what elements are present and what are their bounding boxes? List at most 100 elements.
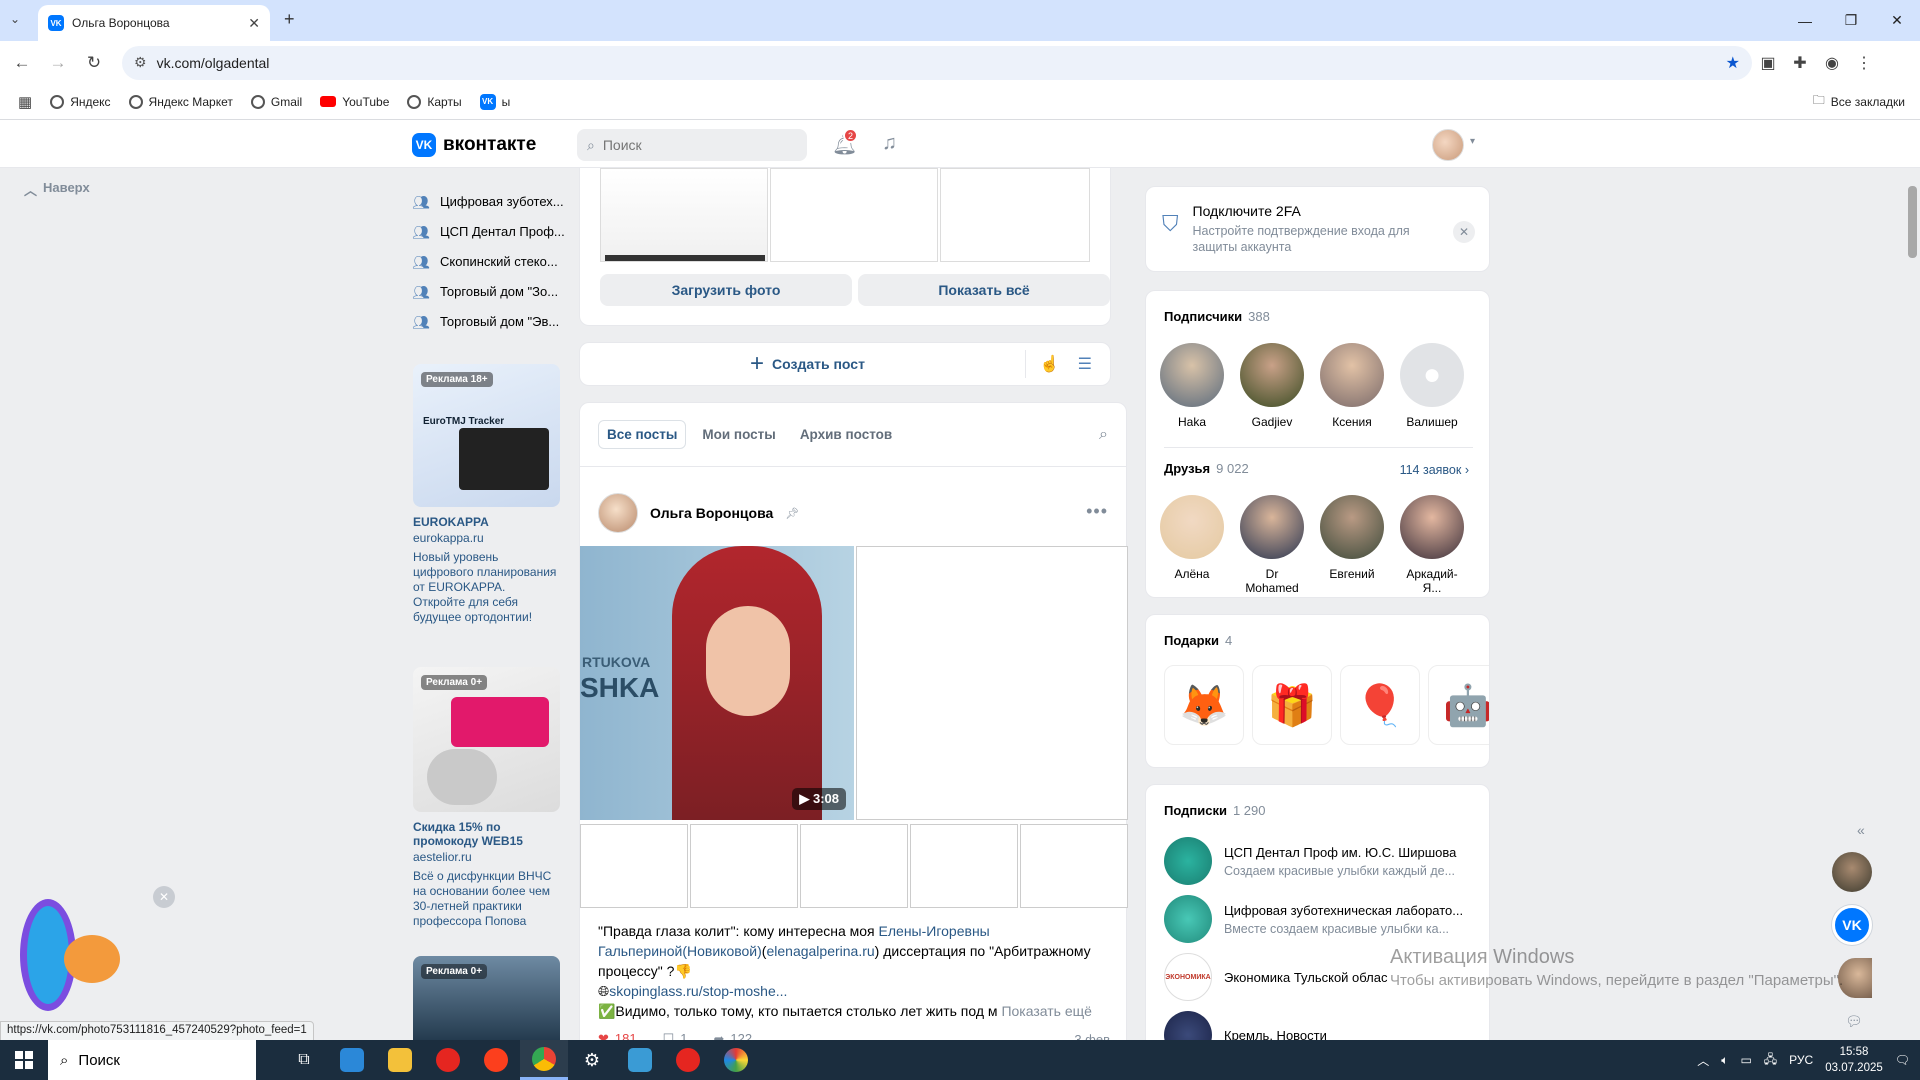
- menu-kebab-icon[interactable]: ⋮: [1848, 53, 1880, 73]
- post-link-site[interactable]: elenagalperina.ru: [766, 943, 874, 959]
- photo-thumb[interactable]: [600, 168, 768, 262]
- gifts-header[interactable]: Подарки 4: [1164, 633, 1232, 648]
- follower-item[interactable]: ● Валишер: [1400, 343, 1464, 429]
- group-item[interactable]: 👥︎ Цифровая зуботех...: [412, 186, 572, 216]
- photo-thumb[interactable]: [940, 168, 1090, 262]
- gift-birthday-icon[interactable]: 🦊: [1164, 665, 1244, 745]
- follower-item[interactable]: Haka: [1160, 343, 1224, 429]
- tab-my-posts[interactable]: Мои посты: [694, 421, 783, 448]
- back-icon[interactable]: ←: [8, 49, 36, 77]
- followers-header[interactable]: Подписчики 388: [1164, 309, 1270, 324]
- close-window-icon[interactable]: ✕: [1874, 0, 1920, 41]
- ad-image[interactable]: Реклама 0+: [413, 956, 560, 1040]
- minimize-icon[interactable]: —: [1782, 0, 1828, 41]
- sticker-close-icon[interactable]: ✕: [153, 886, 175, 908]
- task-view-icon[interactable]: ⧉: [280, 1040, 328, 1080]
- clock[interactable]: 15:58 03.07.2025: [1825, 1044, 1883, 1076]
- vk-chat-icon[interactable]: VK: [1832, 905, 1872, 945]
- upload-photo-button[interactable]: Загрузить фото: [600, 274, 852, 306]
- post-video[interactable]: RTUKOVA SHKA ▶ 3:08: [580, 546, 854, 820]
- site-info-icon[interactable]: ⚙: [134, 54, 147, 71]
- forward-icon[interactable]: →: [44, 49, 72, 77]
- taskbar-app-icon[interactable]: [616, 1040, 664, 1080]
- show-all-photos-button[interactable]: Показать всё: [858, 274, 1110, 306]
- reload-icon[interactable]: ↻: [80, 49, 108, 77]
- language-indicator[interactable]: РУС: [1789, 1053, 1813, 1067]
- follower-item[interactable]: Ксения: [1320, 343, 1384, 429]
- extensions-puzzle-icon[interactable]: ✚: [1784, 53, 1816, 73]
- gift-box-icon[interactable]: 🎁: [1252, 665, 1332, 745]
- ad-domain[interactable]: aestelior.ru: [413, 850, 560, 864]
- bookmark-yandex[interactable]: Яндекс: [50, 94, 111, 109]
- gift-balloons-icon[interactable]: 🎈: [1340, 665, 1420, 745]
- profile-icon[interactable]: ◉: [1816, 53, 1848, 73]
- messages-icon[interactable]: 💬︎: [1845, 1013, 1863, 1030]
- taskbar-search[interactable]: ⌕ Поиск: [48, 1040, 256, 1080]
- group-item[interactable]: 👥︎ Скопинский стеко...: [412, 246, 572, 276]
- vk-logo[interactable]: VK вконтакте: [412, 133, 536, 157]
- taskbar-chrome-icon[interactable]: [520, 1040, 568, 1080]
- clips-icon[interactable]: ☝: [1040, 354, 1060, 374]
- post-image[interactable]: [856, 546, 1128, 820]
- bookmark-maps[interactable]: Карты: [407, 94, 462, 109]
- group-item[interactable]: 👥︎ Торговый дом "Зо...: [412, 276, 572, 306]
- post-image-thumb[interactable]: [690, 824, 798, 908]
- friends-header[interactable]: Друзья 9 022: [1164, 461, 1249, 476]
- ad-title[interactable]: EUROKAPPA: [413, 515, 560, 529]
- feed-search-icon[interactable]: ⌕: [1099, 426, 1108, 444]
- ad-card-auto[interactable]: Реклама 0+: [413, 956, 560, 1040]
- post-image-thumb[interactable]: [800, 824, 908, 908]
- new-tab-icon[interactable]: +: [284, 9, 295, 30]
- post-image-thumb[interactable]: [580, 824, 688, 908]
- bookmark-vk[interactable]: VK ы: [479, 93, 510, 110]
- photo-thumb[interactable]: [770, 168, 938, 262]
- tab-active[interactable]: VK Ольга Воронцова ✕: [38, 5, 270, 41]
- gift-robot-icon[interactable]: 🤖: [1428, 665, 1489, 745]
- group-item[interactable]: 👥︎ Торговый дом "Эв...: [412, 306, 572, 336]
- taskbar-media-icon[interactable]: [712, 1040, 760, 1080]
- post-more-icon[interactable]: •••: [1086, 501, 1108, 522]
- subscriptions-header[interactable]: Подписки 1 290: [1164, 803, 1265, 818]
- notifications-center-icon[interactable]: 🗨︎: [1895, 1053, 1910, 1067]
- subscription-item[interactable]: Цифровая зуботехническая лаборато... Вмес…: [1164, 895, 1474, 943]
- character-sticker[interactable]: [18, 895, 136, 1017]
- back-to-top[interactable]: ︿ Наверх: [24, 180, 90, 199]
- ad-text[interactable]: Всё о дисфункции ВНЧС на основании более…: [413, 869, 560, 929]
- collapse-chats-icon[interactable]: «: [1857, 822, 1865, 838]
- apps-grid-icon[interactable]: ▦: [18, 93, 32, 111]
- ad-card-aestelior[interactable]: Реклама 0+ Скидка 15% по промокоду WEB15…: [413, 667, 560, 929]
- friend-item[interactable]: Евгений: [1320, 495, 1384, 595]
- tab-close-icon[interactable]: ✕: [248, 15, 260, 32]
- taskbar-explorer-icon[interactable]: [376, 1040, 424, 1080]
- user-avatar[interactable]: [1432, 129, 1464, 161]
- all-bookmarks[interactable]: 🗀 Все закладки: [1813, 91, 1905, 112]
- tray-chevron-icon[interactable]: ︿: [1697, 1052, 1709, 1069]
- filter-list-icon[interactable]: ☰: [1078, 354, 1092, 374]
- tab-archive[interactable]: Архив постов: [792, 421, 900, 448]
- ad-domain[interactable]: eurokappa.ru: [413, 531, 560, 545]
- taskbar-store-icon[interactable]: [328, 1040, 376, 1080]
- bookmark-youtube[interactable]: YouTube: [320, 95, 389, 109]
- taskbar-yandex-browser-icon[interactable]: [424, 1040, 472, 1080]
- show-more-link[interactable]: Показать ещё: [1001, 1003, 1092, 1019]
- network-icon[interactable]: 🖧︎: [1764, 1050, 1777, 1071]
- post-author-name[interactable]: Ольга Воронцова: [650, 505, 773, 521]
- friend-item[interactable]: Алёна: [1160, 495, 1224, 595]
- friend-item[interactable]: Аркадий-Я...: [1400, 495, 1464, 595]
- music-icon[interactable]: ♫: [882, 132, 897, 155]
- twofa-title[interactable]: Подключите 2FA: [1193, 203, 1433, 219]
- twofa-close-icon[interactable]: ✕: [1453, 221, 1475, 243]
- bookmark-yandex-market[interactable]: Яндекс Маркет: [128, 94, 233, 109]
- volume-icon[interactable]: 🔈︎: [1721, 1053, 1728, 1068]
- post-author-avatar[interactable]: [598, 493, 638, 533]
- post-image-thumb[interactable]: [1020, 824, 1128, 908]
- tab-all-posts[interactable]: Все посты: [598, 420, 687, 449]
- bookmark-star-icon[interactable]: ★: [1726, 53, 1740, 73]
- address-bar[interactable]: ⚙ vk.com/olgadental ★: [122, 45, 1752, 80]
- ad-image[interactable]: Реклама 0+: [413, 667, 560, 812]
- chat-avatar[interactable]: [1832, 852, 1872, 892]
- chevron-down-icon[interactable]: ▾: [1470, 136, 1475, 147]
- subscription-item[interactable]: ЦСП Дентал Проф им. Ю.С. Ширшова Создаем …: [1164, 837, 1474, 885]
- post-link-external[interactable]: skopinglass.ru/stop-moshe...: [609, 983, 787, 999]
- ad-image[interactable]: Реклама 18+ EuroTMJ Tracker: [413, 364, 560, 507]
